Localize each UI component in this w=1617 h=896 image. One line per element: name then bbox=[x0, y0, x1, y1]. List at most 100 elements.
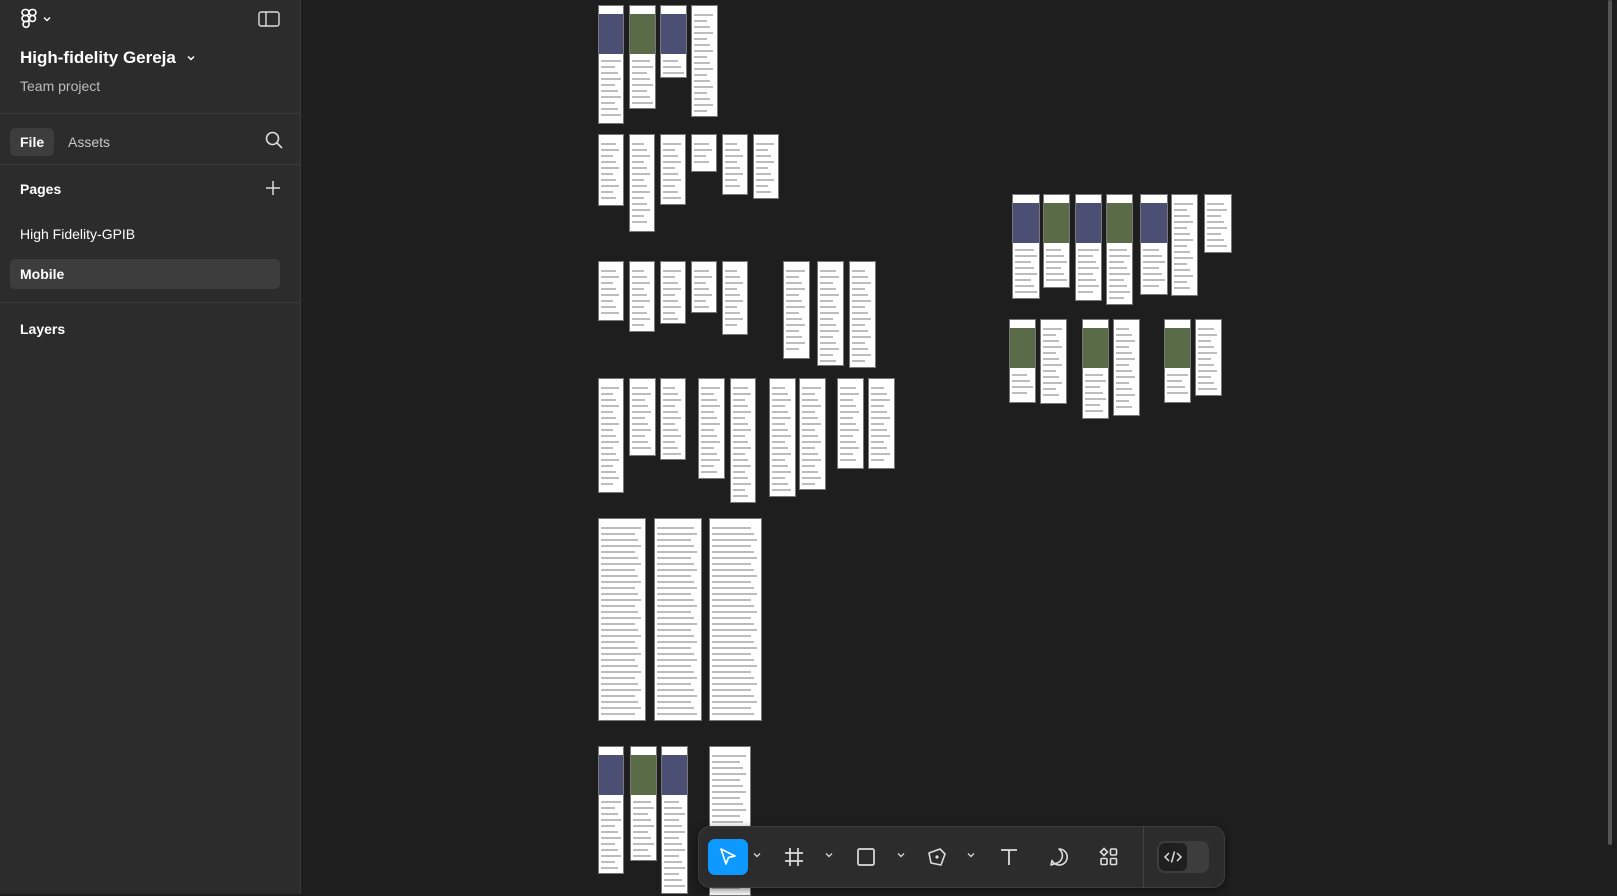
page-item-mobile[interactable]: Mobile bbox=[10, 259, 280, 289]
canvas-frame[interactable] bbox=[1009, 319, 1036, 403]
frame-text-line bbox=[663, 300, 678, 302]
pen-tool-icon[interactable] bbox=[917, 839, 957, 875]
frame-tool-icon[interactable] bbox=[774, 839, 814, 875]
canvas-frame[interactable] bbox=[660, 261, 686, 324]
frame-text-line bbox=[663, 417, 681, 419]
frame-text-line bbox=[632, 312, 647, 314]
frame-text-line bbox=[712, 755, 746, 757]
canvas-frame[interactable] bbox=[691, 134, 717, 172]
frame-text-line bbox=[712, 767, 743, 769]
canvas-frame[interactable] bbox=[629, 261, 655, 332]
page-item-high-fidelity-gpib[interactable]: High Fidelity-GPIB bbox=[10, 219, 280, 249]
canvas-frame[interactable] bbox=[1171, 194, 1198, 296]
chevron-down-icon[interactable] bbox=[825, 851, 833, 859]
frame-text-line bbox=[712, 635, 751, 637]
frame-text-line bbox=[802, 465, 815, 467]
move-tool-icon[interactable] bbox=[708, 839, 748, 875]
canvas-frame[interactable] bbox=[598, 5, 624, 124]
canvas-frame[interactable] bbox=[629, 134, 655, 232]
canvas-frame[interactable] bbox=[1195, 319, 1222, 396]
frame-text-line bbox=[657, 605, 697, 607]
rectangle-tool-icon[interactable] bbox=[846, 839, 886, 875]
canvas-frame[interactable] bbox=[709, 518, 762, 721]
canvas-frame[interactable] bbox=[1164, 319, 1191, 403]
canvas-frame[interactable] bbox=[799, 378, 826, 490]
canvas-frame[interactable] bbox=[629, 378, 656, 456]
comment-tool-icon[interactable] bbox=[1039, 839, 1079, 875]
canvas-frame[interactable] bbox=[849, 261, 876, 368]
canvas-frame[interactable] bbox=[598, 518, 646, 721]
frame-text-line bbox=[701, 441, 720, 443]
canvas-frame[interactable] bbox=[661, 746, 688, 894]
canvas-frame[interactable] bbox=[660, 378, 686, 460]
canvas-frame[interactable] bbox=[753, 134, 779, 199]
frame-text-line bbox=[601, 60, 621, 62]
frame-text-line bbox=[802, 399, 818, 401]
frame-text-line bbox=[1116, 346, 1129, 348]
frame-text-line bbox=[601, 825, 615, 827]
tab-file[interactable]: File bbox=[10, 128, 55, 156]
canvas-frame[interactable] bbox=[1113, 319, 1140, 416]
design-canvas[interactable] bbox=[301, 0, 1617, 894]
canvas-frame[interactable] bbox=[598, 378, 624, 493]
canvas-frame[interactable] bbox=[598, 746, 624, 874]
project-name[interactable]: Team project bbox=[20, 78, 100, 94]
actions-icon[interactable] bbox=[1089, 839, 1129, 875]
frame-text-line bbox=[1046, 279, 1067, 281]
text-tool-icon[interactable] bbox=[989, 839, 1029, 875]
canvas-frame[interactable] bbox=[730, 378, 756, 503]
canvas-frame[interactable] bbox=[769, 378, 796, 497]
main-menu-button[interactable] bbox=[20, 8, 52, 30]
frame-text-line bbox=[1116, 334, 1132, 336]
canvas-frame[interactable] bbox=[598, 134, 624, 206]
canvas-frame[interactable] bbox=[629, 5, 656, 109]
search-icon[interactable] bbox=[264, 130, 284, 150]
frame-text-line bbox=[1167, 386, 1185, 388]
canvas-frame[interactable] bbox=[783, 261, 810, 359]
frame-text-line bbox=[663, 411, 678, 413]
frame-text-line bbox=[712, 713, 754, 715]
frame-text-line bbox=[601, 411, 613, 413]
canvas-frame[interactable] bbox=[691, 5, 718, 117]
canvas-frame[interactable] bbox=[1075, 194, 1102, 301]
canvas-frame[interactable] bbox=[1204, 194, 1232, 253]
chevron-down-icon[interactable] bbox=[967, 851, 975, 859]
frame-text-line bbox=[712, 653, 751, 655]
canvas-frame[interactable] bbox=[660, 134, 686, 205]
frame-text-line bbox=[601, 569, 635, 571]
canvas-frame[interactable] bbox=[1082, 319, 1109, 419]
canvas-frame[interactable] bbox=[722, 134, 748, 195]
canvas-frame[interactable] bbox=[1140, 194, 1168, 295]
frame-text-line bbox=[786, 282, 802, 284]
canvas-frame[interactable] bbox=[1106, 194, 1133, 305]
frame-text-line bbox=[632, 435, 645, 437]
canvas-frame[interactable] bbox=[1040, 319, 1067, 404]
frame-text-line bbox=[725, 294, 740, 296]
frame-text-line bbox=[601, 102, 615, 104]
frame-text-line bbox=[694, 276, 712, 278]
canvas-frame[interactable] bbox=[691, 261, 717, 313]
canvas-frame[interactable] bbox=[868, 378, 895, 469]
canvas-frame[interactable] bbox=[817, 261, 844, 366]
sidebar-toggle-icon[interactable] bbox=[258, 10, 280, 28]
dev-mode-toggle[interactable] bbox=[1157, 841, 1209, 873]
canvas-frame[interactable] bbox=[698, 378, 725, 479]
vertical-scrollbar[interactable] bbox=[1608, 0, 1612, 845]
canvas-frame[interactable] bbox=[722, 261, 748, 335]
frame-text-line bbox=[852, 360, 865, 362]
frame-text-line bbox=[657, 659, 697, 661]
tab-assets[interactable]: Assets bbox=[58, 128, 120, 156]
file-title-button[interactable]: High-fidelity Gereja bbox=[20, 48, 196, 68]
frame-text-line bbox=[601, 90, 618, 92]
canvas-frame[interactable] bbox=[660, 5, 687, 78]
canvas-frame[interactable] bbox=[630, 746, 657, 861]
plus-icon[interactable] bbox=[264, 179, 282, 197]
canvas-frame[interactable] bbox=[1043, 194, 1070, 288]
chevron-down-icon[interactable] bbox=[897, 851, 905, 859]
chevron-down-icon[interactable] bbox=[753, 851, 761, 859]
canvas-frame[interactable] bbox=[598, 261, 624, 321]
canvas-frame[interactable] bbox=[654, 518, 702, 721]
canvas-frame[interactable] bbox=[837, 378, 864, 469]
frame-text-line bbox=[657, 665, 691, 667]
canvas-frame[interactable] bbox=[1012, 194, 1040, 299]
